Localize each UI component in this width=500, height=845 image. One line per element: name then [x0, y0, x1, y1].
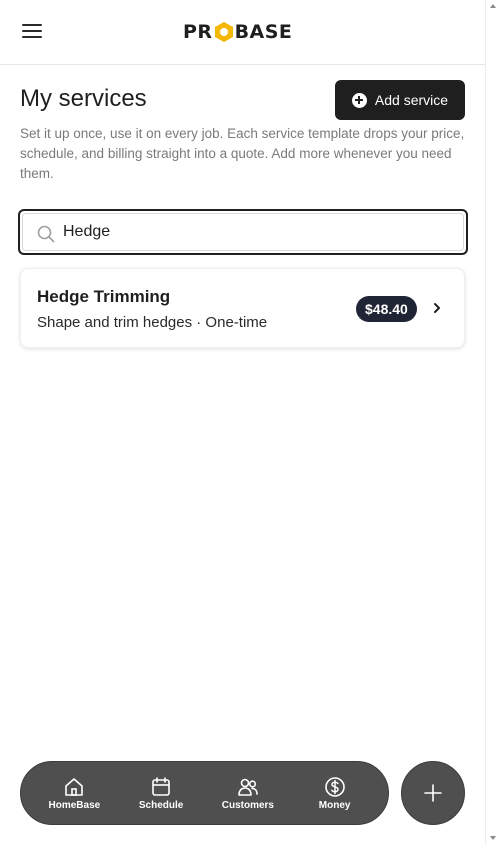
plus-icon	[424, 784, 442, 802]
page-header: My services Add service	[20, 80, 465, 120]
probase-logo[interactable]: PR BASE	[183, 19, 292, 45]
page-description: Set it up once, use it on every job. Eac…	[20, 126, 465, 181]
search-icon	[37, 225, 55, 243]
add-service-label: Add service	[374, 92, 449, 108]
fab-add-button[interactable]	[401, 761, 465, 825]
hamburger-menu-icon[interactable]	[22, 24, 42, 40]
page-title: My services	[20, 85, 147, 112]
logo-hex-icon	[214, 21, 234, 43]
bottom-nav: HomeBase Schedule Customers Money	[20, 761, 389, 825]
logo-text-left: PR	[183, 21, 213, 43]
scroll-down-arrow-icon[interactable]	[490, 836, 496, 840]
nav-label-schedule: Schedule	[138, 799, 184, 811]
nav-label-money: Money	[318, 799, 351, 811]
service-name: Hedge Trimming	[37, 287, 171, 306]
nav-label-homebase: HomeBase	[48, 799, 101, 811]
search-box	[18, 209, 468, 255]
service-card[interactable]: Hedge Trimming Shape and trim hedges · O…	[20, 268, 465, 348]
service-meta: Shape and trim hedges · One-time	[37, 314, 268, 331]
plus-circle-icon	[351, 92, 367, 108]
add-service-button[interactable]: Add service	[335, 80, 465, 120]
page-scrollbar[interactable]	[485, 0, 500, 845]
dollar-icon	[324, 776, 345, 797]
calendar-icon	[152, 776, 170, 796]
nav-label-customers: Customers	[221, 799, 274, 811]
logo-text-right: BASE	[234, 21, 293, 43]
search-input[interactable]	[63, 214, 443, 250]
scroll-up-arrow-icon[interactable]	[490, 4, 496, 8]
customers-icon	[238, 778, 258, 796]
nav-item-money[interactable]: Money	[295, 776, 375, 811]
nav-item-homebase[interactable]: HomeBase	[34, 776, 114, 811]
nav-item-schedule[interactable]: Schedule	[121, 776, 201, 811]
home-icon	[65, 777, 84, 796]
nav-item-customers[interactable]: Customers	[208, 776, 288, 811]
price-badge: $48.40	[356, 296, 417, 322]
chevron-right-icon[interactable]	[432, 301, 442, 315]
top-bar: PR BASE	[0, 0, 485, 65]
